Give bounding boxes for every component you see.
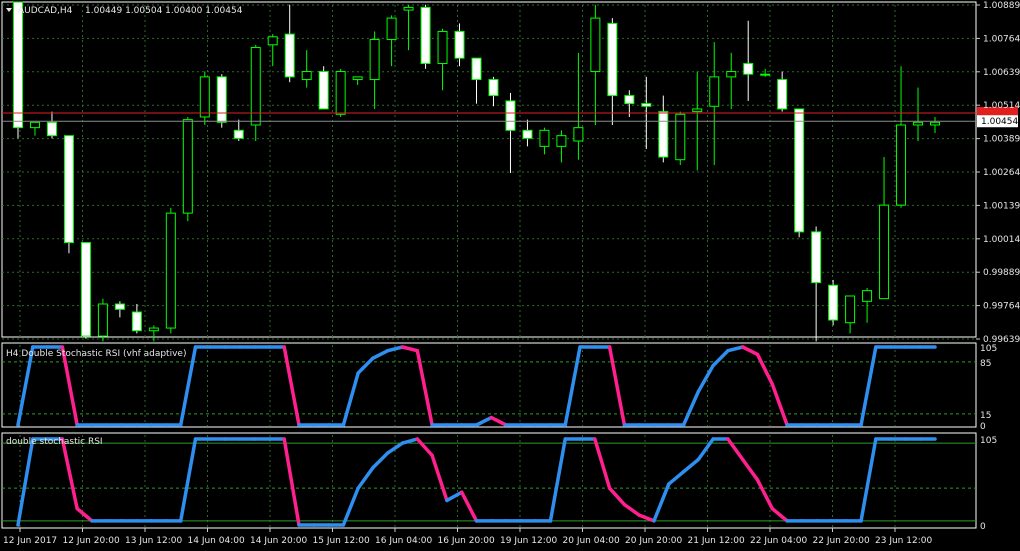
candle-body [573,127,584,142]
candle-body [505,100,516,131]
candle-body [743,63,754,75]
candle-body [114,303,125,310]
candle-body [80,242,91,337]
candle-body [488,79,499,97]
price-tick-label: 1.00514 [983,101,1020,111]
time-tick-label: 20 Jun 04:00 [563,536,620,546]
candle-body [709,76,720,107]
candle-body [556,135,567,147]
indicator2-tick-label: 105 [980,436,997,446]
candle-body [369,38,380,81]
price-tick-label: 1.00264 [983,168,1020,178]
time-tick-label: 12 Jun 2017 [3,536,57,546]
time-tick-label: 22 Jun 04:00 [750,536,807,546]
candle-body [539,129,550,147]
candle-body [46,121,57,137]
time-tick-label: 22 Jun 20:00 [813,536,870,546]
candle-body [403,6,414,11]
price-tick-label: 1.00139 [983,201,1020,211]
candle-body [97,303,108,337]
candle-body [233,129,244,139]
symbol-label: AUDCAD,H4 [18,6,73,16]
candle-body [199,76,210,118]
candle-body [284,33,295,78]
indicator2-tick-label: 0 [980,522,986,532]
time-tick-label: 14 Jun 20:00 [250,536,307,546]
indicator1-tick-label: 0 [980,422,986,432]
candle-body [607,22,618,97]
candle-body [267,36,278,46]
candle-body [420,6,431,65]
time-tick-label: 15 Jun 12:00 [313,536,370,546]
candle-body [913,121,924,126]
indicator1-tick-label: 15 [980,411,991,421]
candle-body [811,231,822,284]
indicator1-title: H4 Double Stochastic RSI (vhf adaptive) [6,349,186,359]
candle-body [216,76,227,123]
candle-body [165,212,176,329]
price-tick-label: 0.99889 [983,268,1020,278]
indicator1-tick-label: 105 [980,344,997,354]
candle-body [828,284,839,321]
time-tick-label: 13 Jun 12:00 [125,536,182,546]
candle-body [437,30,448,65]
candle-body [624,95,635,105]
candle-body [845,295,856,324]
candle-body [471,57,482,81]
price-tick-label: 1.00389 [983,135,1020,145]
candle-body [454,30,465,59]
candle-body [131,311,142,332]
candle-body [63,135,74,244]
candle-body [335,71,346,115]
time-tick-label: 12 Jun 20:00 [63,536,120,546]
candle-body [522,129,533,139]
time-tick-label: 16 Jun 20:00 [438,536,495,546]
candle-body [301,71,312,81]
time-tick-label: 16 Jun 04:00 [375,536,432,546]
candle-body [386,17,397,40]
candle-body [641,103,652,107]
price-tick-label: 1.00764 [983,34,1020,44]
candle-body [726,71,737,78]
candle-body [794,108,805,233]
candle-body [182,119,193,214]
time-tick-label: 14 Jun 04:00 [188,536,245,546]
chart-window[interactable]: 1.00889 1.00764 1.00639 1.00514 1.00454 1.003… [0,0,1020,551]
candle-body [658,111,669,158]
candle-body [930,121,940,126]
time-tick-label: 20 Jun 20:00 [625,536,682,546]
indicator1-tick-label: 85 [980,359,991,369]
time-tick-label: 23 Jun 12:00 [875,536,932,546]
candle-body [318,71,329,110]
candle-body [896,124,907,206]
price-tick-label: 1.00889 [983,1,1020,11]
candle-body [692,108,703,113]
price-tick-label: 1.00639 [983,68,1020,78]
current-price-label: 1.00454 [981,117,1018,127]
candle-body [862,290,873,302]
time-tick-label: 21 Jun 12:00 [688,536,745,546]
price-tick-label: 1.00014 [983,235,1020,245]
candle-body [760,73,771,76]
candle-body [879,204,890,300]
candle-body [13,1,23,129]
candle-body [29,121,40,129]
candle-body [777,79,788,110]
candle-body [590,17,601,73]
candle-body [148,327,159,332]
candle-body [352,76,363,81]
price-tick-label: 0.99764 [983,302,1020,312]
indicator2-title: double stochastic RSI [6,437,103,447]
time-tick-label: 19 Jun 12:00 [500,536,557,546]
ohlc-readout: 1.00449 1.00504 1.00400 1.00454 [85,6,243,16]
